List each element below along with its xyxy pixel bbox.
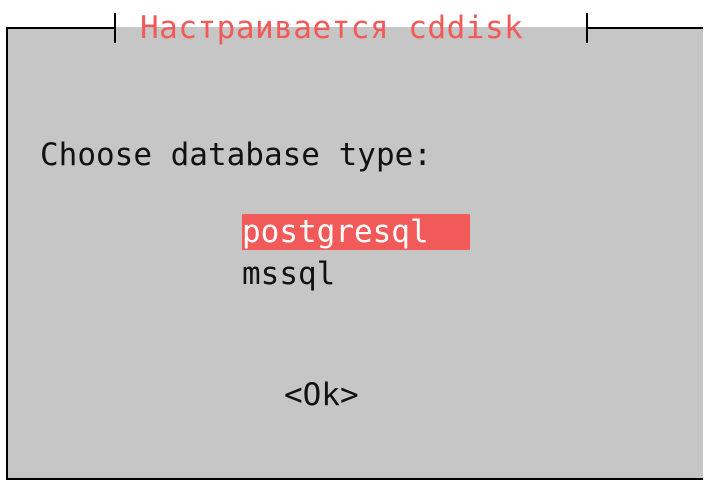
title-right-tee bbox=[586, 13, 588, 43]
frame-top-right-border bbox=[588, 27, 703, 29]
frame-bottom-border bbox=[6, 478, 703, 480]
frame-left-border bbox=[6, 27, 8, 480]
frame-top-left-border bbox=[6, 27, 116, 29]
option-postgresql[interactable]: postgresql bbox=[242, 214, 470, 250]
option-mssql[interactable]: mssql bbox=[242, 256, 335, 292]
title-left-tee bbox=[114, 13, 116, 43]
database-type-prompt: Choose database type: bbox=[40, 137, 432, 173]
ok-button[interactable]: <Ok> bbox=[284, 377, 359, 413]
dialog-title: Настраивается cddisk bbox=[140, 10, 524, 46]
